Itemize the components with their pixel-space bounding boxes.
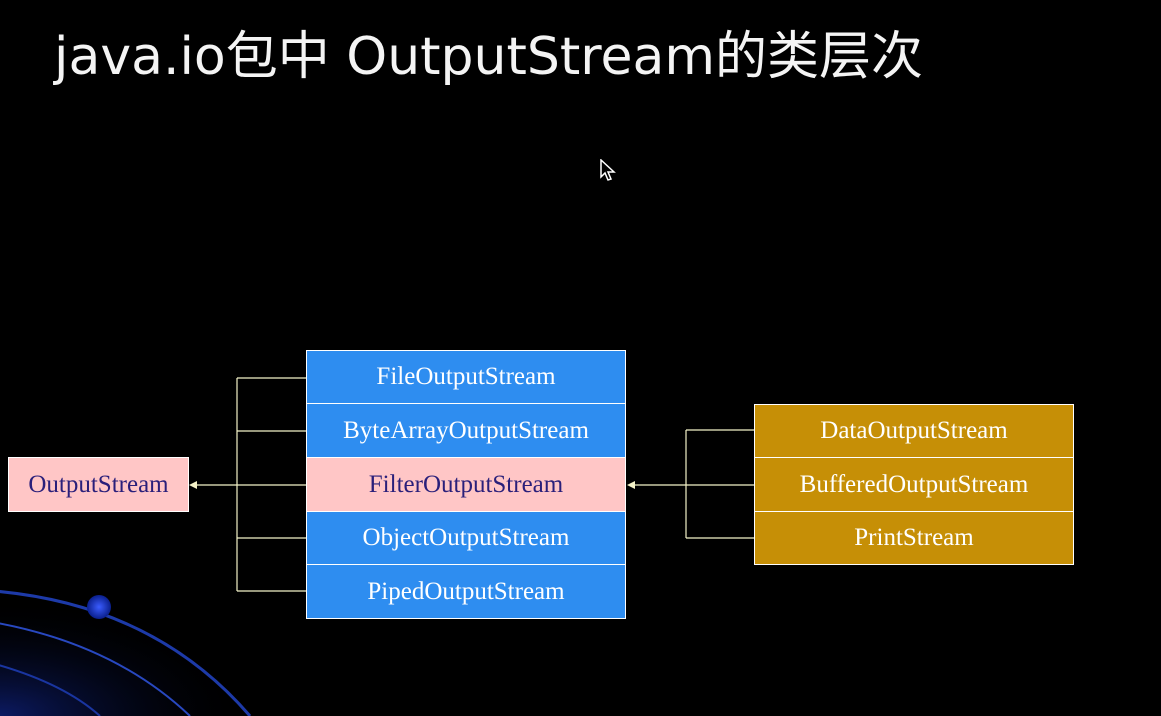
dataoutputstream-label: DataOutputStream [820, 417, 1008, 444]
objectoutputstream-box: ObjectOutputStream [306, 511, 626, 565]
slide-title: java.io包中 OutputStream的类层次 [54, 27, 924, 87]
mouse-cursor-icon [600, 159, 616, 181]
printstream-box: PrintStream [754, 511, 1074, 565]
pipedoutputstream-label: PipedOutputStream [367, 577, 565, 605]
bufferedoutputstream-box: BufferedOutputStream [754, 457, 1074, 512]
filteroutputstream-label: FilterOutputStream [368, 470, 564, 498]
slide: java.io包中 OutputStream的类层次 OutputStream … [0, 0, 1161, 716]
outputstream-box: OutputStream [8, 457, 189, 512]
printstream-label: PrintStream [854, 524, 974, 551]
bytearrayoutputstream-box: ByteArrayOutputStream [306, 403, 626, 458]
filteroutputstream-box: FilterOutputStream [306, 457, 626, 512]
bufferedoutputstream-label: BufferedOutputStream [799, 470, 1029, 498]
outputstream-label: OutputStream [28, 470, 169, 498]
bytearrayoutputstream-label: ByteArrayOutputStream [343, 416, 589, 444]
fileoutputstream-box: FileOutputStream [306, 350, 626, 404]
fileoutputstream-label: FileOutputStream [376, 363, 556, 390]
dataoutputstream-box: DataOutputStream [754, 404, 1074, 458]
pipedoutputstream-box: PipedOutputStream [306, 564, 626, 619]
objectoutputstream-label: ObjectOutputStream [362, 524, 570, 551]
